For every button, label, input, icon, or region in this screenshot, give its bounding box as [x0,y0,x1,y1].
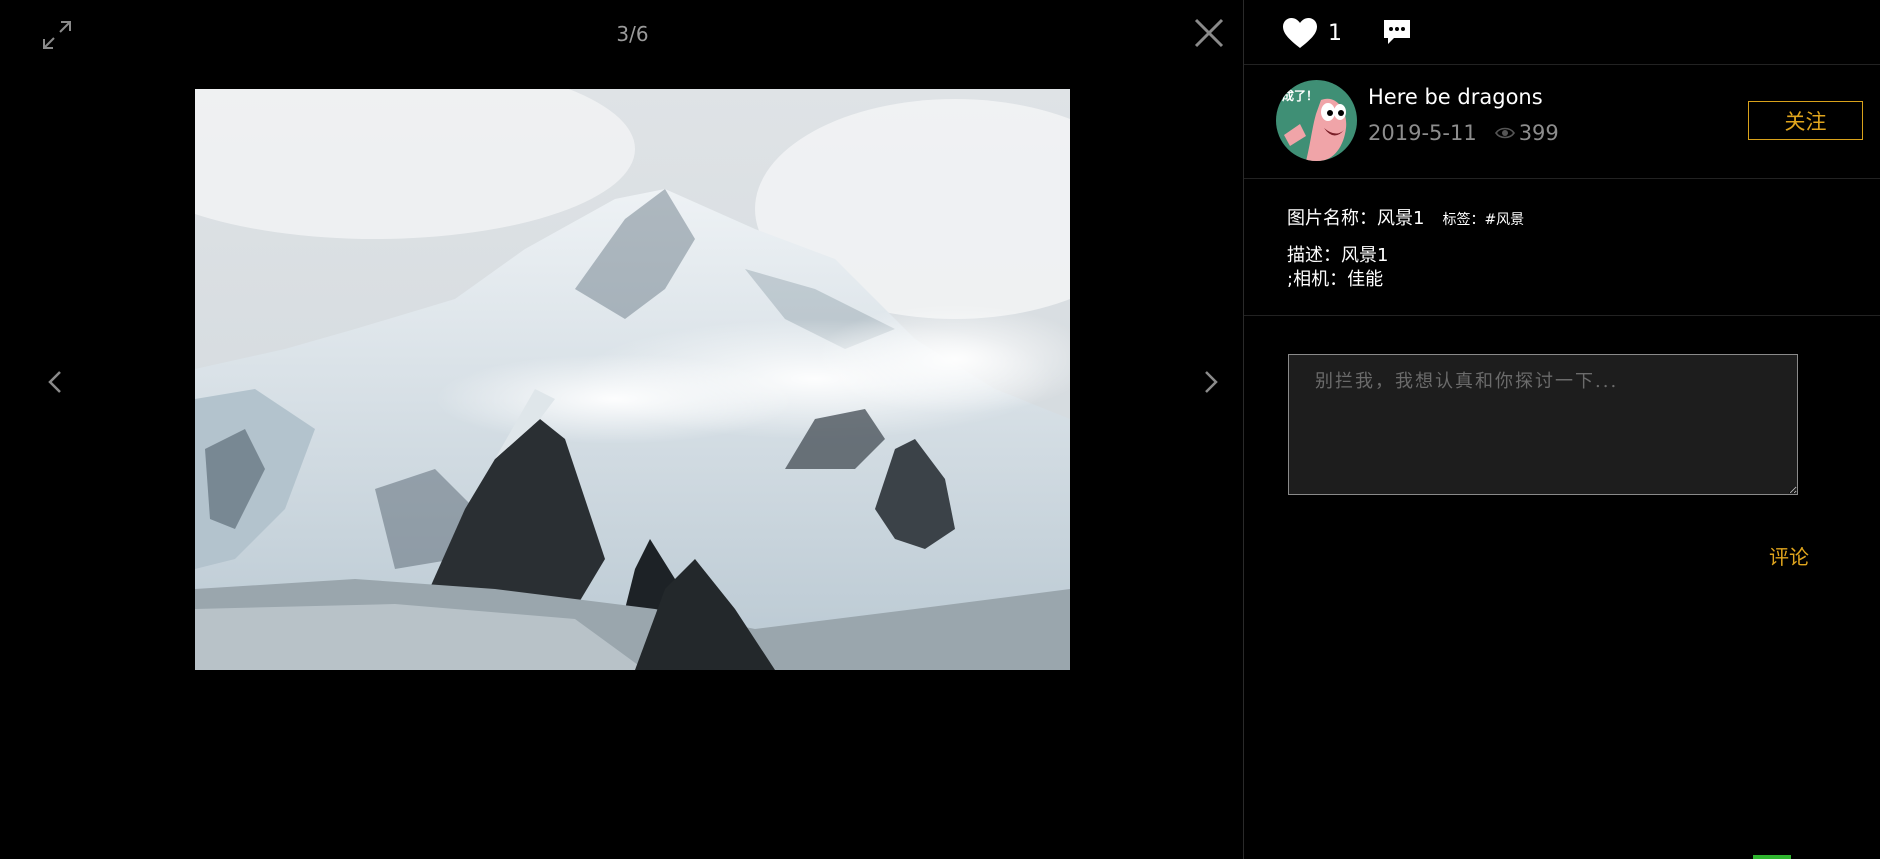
status-indicator [1753,855,1791,859]
author-name[interactable]: Here be dragons [1368,85,1543,109]
description: 描述：风景1 [1287,245,1389,266]
author-meta: 2019-5-11 399 [1368,121,1559,145]
comment-submit-button[interactable]: 评论 [1769,541,1809,570]
close-icon[interactable] [1192,16,1226,50]
chevron-right-icon[interactable] [1196,364,1224,400]
like-button[interactable]: 1 [1282,16,1342,50]
chevron-left-icon[interactable] [42,364,70,400]
detail-panel: 1 成了！ Here be dragons 2019-5-11 399 关注 图… [1243,0,1880,859]
view-count: 399 [1518,121,1559,145]
avatar[interactable]: 成了！ [1276,80,1357,161]
photo-info: 图片名称：风景1 标签：#风景 描述：风景1 ;相机：佳能 [1244,179,1880,316]
avatar-text: 成了！ [1282,88,1318,103]
author-section: 成了！ Here be dragons 2019-5-11 399 关注 [1244,65,1880,179]
eye-icon [1494,127,1515,139]
main-photo [195,89,1070,670]
image-viewer: 3/6 [0,0,1243,859]
action-bar: 1 [1244,0,1880,65]
like-count: 1 [1328,20,1342,46]
speech-bubble-icon[interactable] [1382,18,1412,46]
comment-input[interactable] [1288,354,1798,495]
heart-icon [1283,18,1317,48]
image-counter: 3/6 [616,22,649,46]
follow-button[interactable]: 关注 [1748,101,1863,140]
info-row: 图片名称：风景1 标签：#风景 [1287,204,1524,230]
tag-label[interactable]: 标签：#风景 [1442,209,1524,229]
post-date: 2019-5-11 [1368,121,1477,145]
picture-name: 图片名称：风景1 [1287,208,1425,229]
camera-info: ;相机：佳能 [1287,269,1384,290]
